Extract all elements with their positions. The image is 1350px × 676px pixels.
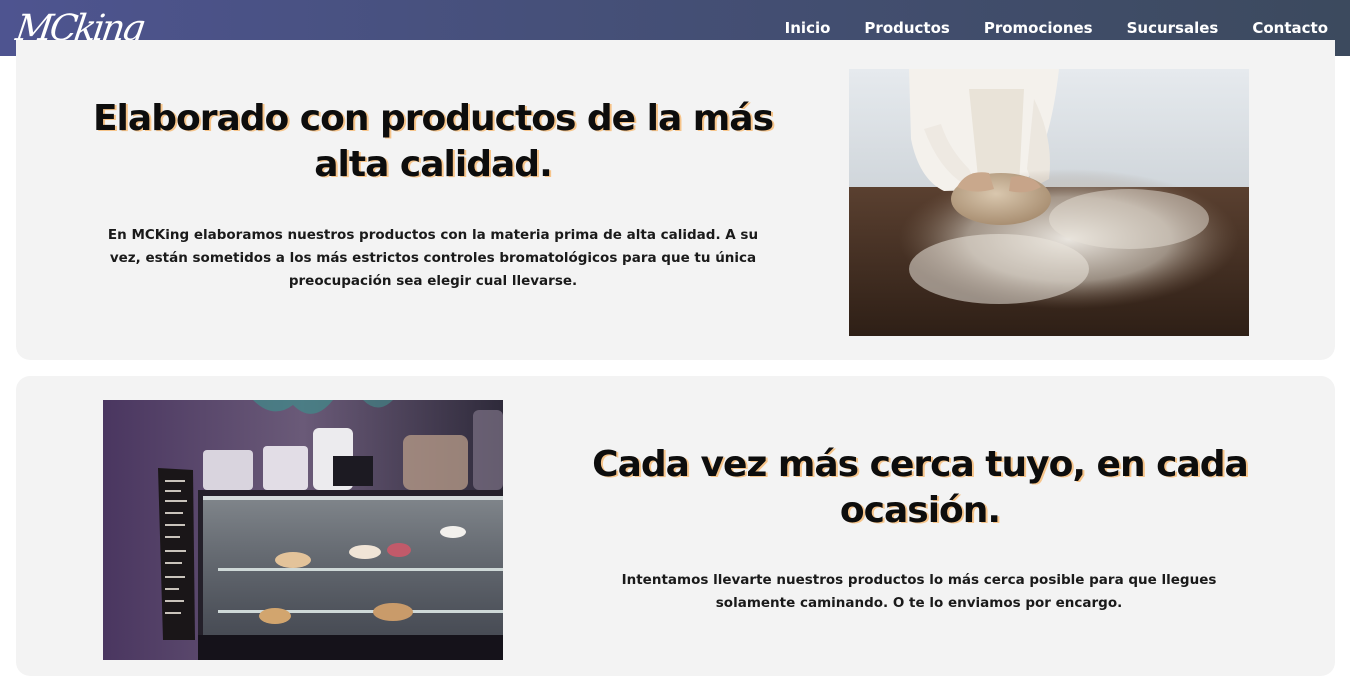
nav-link-promociones[interactable]: Promociones [984, 19, 1093, 37]
proximity-description: Intentamos llevarte nuestros productos l… [621, 572, 1217, 611]
quality-heading: Elaborado con productos de la más alta c… [92, 98, 774, 185]
quality-description: En MCKing elaboramos nuestros productos … [107, 227, 759, 289]
main-nav: Inicio Productos Promociones Sucursales … [751, 19, 1328, 37]
nav-link-contacto[interactable]: Contacto [1252, 19, 1328, 37]
nav-link-productos[interactable]: Productos [864, 19, 949, 37]
dough-kneading-photo [849, 69, 1249, 336]
proximity-heading: Cada vez más cerca tuyo, en cada ocasión… [592, 444, 1249, 531]
nav-link-inicio[interactable]: Inicio [785, 19, 831, 37]
bakery-display-case-photo [103, 400, 503, 660]
nav-link-sucursales[interactable]: Sucursales [1127, 19, 1219, 37]
